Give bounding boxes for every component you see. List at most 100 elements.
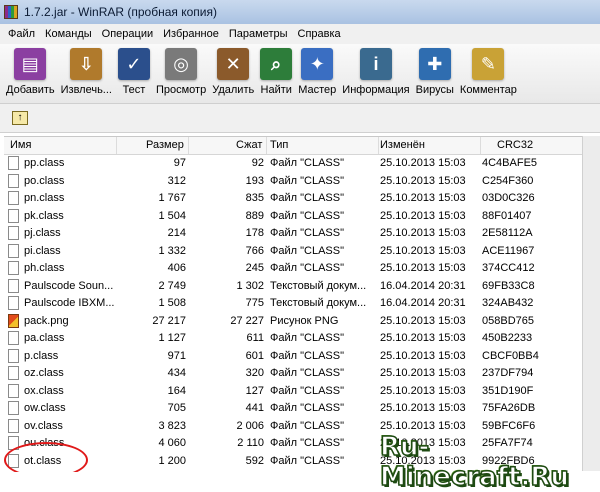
toolbar-button-label: Комментар	[459, 84, 517, 96]
cell-type: Файл "CLASS"	[270, 367, 344, 379]
toolbar-button[interactable]: ✎ Комментар	[460, 44, 517, 96]
table-row[interactable]: pj.class 214 178 Файл "CLASS" 25.10.2013 15:…	[4, 225, 600, 243]
cell-size: 164	[167, 384, 186, 397]
cell-size: 406	[167, 262, 186, 274]
table-row[interactable]: Paulscode IBXM... 1 508 775 Текстовый докум…	[4, 295, 600, 313]
cell-size: 971	[167, 349, 186, 362]
cell-modified: 25.10.2013 15:03	[380, 209, 466, 222]
wizard-icon: ✦	[301, 48, 334, 80]
test-icon: ✓	[117, 48, 150, 80]
window-title: 1.7.2.jar - WinRAR (пробная копия)	[24, 5, 217, 19]
column-divider[interactable]	[378, 137, 379, 154]
cell-type: Файл "CLASS"	[270, 227, 344, 239]
cell-packed: 178	[245, 227, 264, 239]
cell-type: Файл "CLASS"	[270, 174, 344, 187]
cell-crc: 450B2233	[482, 332, 533, 344]
up-folder-button[interactable]: ↑	[12, 111, 28, 125]
table-row[interactable]: oz.class 434 320 Файл "CLASS" 25.10.2013 15:…	[4, 365, 600, 383]
column-header-crc[interactable]: CRC32	[497, 137, 533, 154]
cell-name: pp.class	[24, 157, 65, 169]
file-icon	[8, 208, 19, 223]
column-divider[interactable]	[480, 137, 481, 154]
table-row[interactable]: ox.class 164 127 Файл "CLASS" 25.10.2013 15:…	[4, 383, 600, 401]
column-header-name[interactable]: Имя	[10, 137, 31, 154]
file-icon	[8, 401, 19, 415]
table-row[interactable]: pack.png 27 217 27 227 Рисунок PNG 25.10.201…	[4, 313, 600, 331]
toolbar-button-label: Удалить	[212, 84, 255, 96]
toolbar-button[interactable]: ▤ Добавить	[6, 44, 55, 96]
file-icon	[8, 296, 19, 310]
table-row[interactable]: pp.class 97 92 Файл "CLASS" 25.10.2013 15:03…	[4, 155, 600, 173]
cell-type: Файл "CLASS"	[270, 454, 344, 467]
toolbar-button-label: Найти	[260, 84, 292, 96]
file-icon	[8, 243, 19, 258]
cell-size: 1 332	[158, 244, 186, 257]
cell-modified: 25.10.2013 15:03	[380, 384, 466, 397]
vertical-scrollbar[interactable]	[582, 136, 600, 471]
archive-add-icon: ▤	[14, 48, 47, 80]
cell-crc: 69FB33C8	[482, 279, 535, 292]
toolbar-button[interactable]: ✚ Вирусы	[416, 44, 454, 96]
watermark-logo: Ru-Minecraft.Ru	[379, 431, 569, 492]
column-divider[interactable]	[188, 137, 189, 154]
table-row[interactable]: ph.class 406 245 Файл "CLASS" 25.10.2013 15:…	[4, 260, 600, 278]
table-row[interactable]: pi.class 1 332 766 Файл "CLASS" 25.10.2013 1…	[4, 243, 600, 261]
cell-modified: 25.10.2013 15:03	[380, 262, 466, 274]
column-divider[interactable]	[116, 137, 117, 154]
cell-type: Файл "CLASS"	[270, 244, 344, 257]
menu-item[interactable]: Операции	[98, 28, 157, 40]
table-row[interactable]: Paulscode Soun... 2 749 1 302 Текстовый док…	[4, 278, 600, 296]
menu-item[interactable]: Параметры	[225, 28, 292, 40]
toolbar-button[interactable]: ✦ Мастер	[298, 44, 336, 96]
delete-icon: ✕	[217, 48, 250, 80]
cell-modified: 25.10.2013 15:03	[380, 157, 466, 169]
cell-crc: 03D0C326	[482, 192, 535, 204]
file-icon	[8, 156, 19, 170]
column-header-modified[interactable]: Изменён	[380, 137, 425, 154]
toolbar-button[interactable]: ⇩ Извлечь...	[61, 44, 112, 96]
find-icon: ⌕	[260, 48, 293, 80]
cell-type: Файл "CLASS"	[270, 349, 344, 362]
toolbar-button[interactable]: ⌕ Найти	[260, 44, 293, 96]
menu-item[interactable]: Справка	[294, 28, 345, 40]
cell-modified: 25.10.2013 15:03	[380, 332, 466, 344]
cell-modified: 25.10.2013 15:03	[380, 402, 466, 414]
cell-type: Файл "CLASS"	[270, 262, 344, 274]
table-row[interactable]: po.class 312 193 Файл "CLASS" 25.10.2013 15:…	[4, 173, 600, 191]
cell-modified: 25.10.2013 15:03	[380, 314, 466, 327]
menu-item[interactable]: Избранное	[159, 28, 223, 40]
cell-crc: ACE11967	[482, 244, 535, 257]
toolbar-button-label: Вирусы	[415, 84, 454, 96]
table-row[interactable]: pa.class 1 127 611 Файл "CLASS" 25.10.2013 1…	[4, 330, 600, 348]
toolbar-button-label: Просмотр	[155, 84, 207, 96]
list-header: Имя Размер Сжат Тип Изменён CRC32	[4, 137, 600, 155]
menu-item[interactable]: Команды	[41, 28, 96, 40]
table-row[interactable]: pn.class 1 767 835 Файл "CLASS" 25.10.2013 1…	[4, 190, 600, 208]
column-header-type[interactable]: Тип	[270, 137, 288, 154]
cell-name: p.class	[24, 349, 59, 362]
column-header-packed[interactable]: Сжат	[236, 137, 262, 154]
cell-packed: 1 302	[236, 279, 264, 292]
toolbar-button[interactable]: ◎ Просмотр	[156, 44, 206, 96]
cell-packed: 245	[245, 262, 264, 274]
toolbar-button[interactable]: ✓ Тест	[117, 44, 150, 96]
toolbar-button[interactable]: i Информация	[342, 44, 410, 96]
toolbar-button-label: Извлечь...	[60, 84, 112, 96]
cell-modified: 25.10.2013 15:03	[380, 174, 466, 187]
menu-item[interactable]: Файл	[4, 28, 39, 40]
toolbar-button-label: Мастер	[298, 84, 337, 96]
table-row[interactable]: p.class 971 601 Файл "CLASS" 25.10.2013 15:0…	[4, 348, 600, 366]
red-highlight-circle	[4, 442, 88, 472]
column-divider[interactable]	[266, 137, 267, 154]
table-row[interactable]: ow.class 705 441 Файл "CLASS" 25.10.2013 15:…	[4, 400, 600, 418]
cell-packed: 193	[245, 174, 264, 187]
column-header-size[interactable]: Размер	[146, 137, 184, 154]
toolbar-button[interactable]: ✕ Удалить	[212, 44, 254, 96]
cell-modified: 16.04.2014 20:31	[380, 297, 466, 309]
winrar-app-icon	[4, 5, 18, 19]
cell-name: pack.png	[24, 314, 69, 327]
cell-size: 705	[167, 402, 186, 414]
cell-type: Текстовый докум...	[270, 279, 367, 292]
table-row[interactable]: pk.class 1 504 889 Файл "CLASS" 25.10.2013 1…	[4, 208, 600, 226]
cell-modified: 16.04.2014 20:31	[380, 279, 466, 292]
